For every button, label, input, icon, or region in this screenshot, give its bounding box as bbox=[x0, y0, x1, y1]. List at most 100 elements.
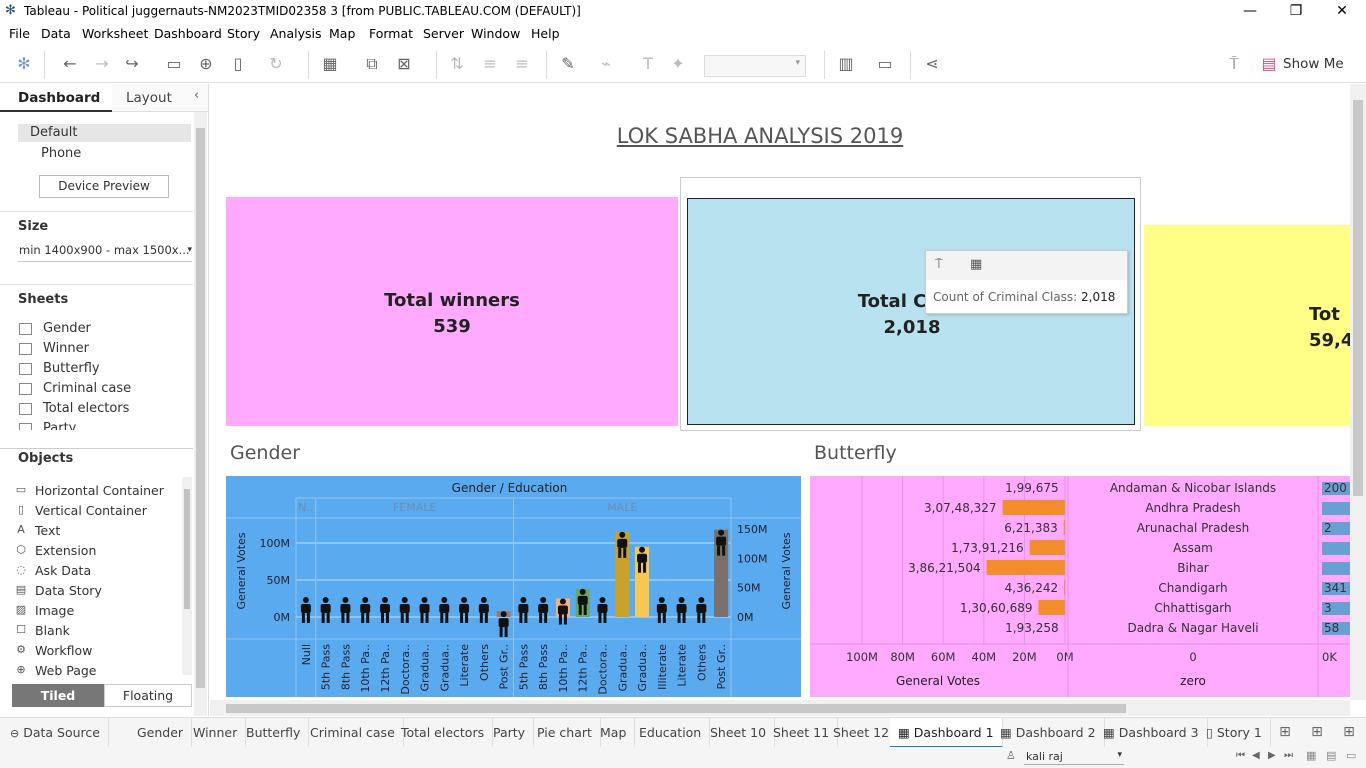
sort-desc-icon[interactable]: ≡ bbox=[511, 54, 533, 76]
tableau-home-icon[interactable]: ✻ bbox=[13, 54, 35, 76]
pin-icon[interactable]: ✦ bbox=[667, 54, 689, 76]
menu-worksheet[interactable]: Worksheet bbox=[82, 26, 148, 41]
object-item[interactable]: Extension bbox=[35, 543, 96, 558]
tab-butterfly[interactable]: Butterfly bbox=[238, 718, 310, 748]
save-icon[interactable]: ▭ bbox=[163, 54, 185, 76]
redo-icon[interactable]: → bbox=[91, 54, 113, 76]
tab-sheet-12[interactable]: Sheet 12 bbox=[825, 718, 899, 748]
new-worksheet-icon[interactable]: ▦ bbox=[319, 54, 341, 76]
menu-format[interactable]: Format bbox=[369, 26, 413, 41]
menu-server[interactable]: Server bbox=[423, 26, 464, 41]
undo-icon[interactable]: ← bbox=[59, 54, 81, 76]
pause-updates-icon[interactable]: ▯ bbox=[227, 54, 249, 76]
presentation-icon[interactable]: ▭ bbox=[874, 54, 896, 76]
object-item[interactable]: Text bbox=[35, 523, 60, 538]
menu-analysis[interactable]: Analysis bbox=[270, 26, 322, 41]
replay-icon[interactable]: ↪ bbox=[121, 54, 143, 76]
canvas-vertical-scrollbar[interactable] bbox=[1350, 84, 1366, 700]
tooltip-view-data-icon[interactable]: ▦ bbox=[970, 257, 982, 272]
user-dropdown[interactable]: kali raj ▾ bbox=[1024, 749, 1124, 765]
new-worksheet-tab-icon[interactable]: ⊞ bbox=[1274, 722, 1296, 744]
sheet-item[interactable]: Criminal case bbox=[43, 381, 131, 396]
object-item[interactable]: Vertical Container bbox=[35, 503, 147, 518]
tab-party[interactable]: Party bbox=[485, 718, 535, 748]
sort-asc-icon[interactable]: ≡ bbox=[479, 54, 501, 76]
nav-last-icon[interactable]: ⏭ bbox=[1284, 750, 1293, 761]
new-story-tab-icon[interactable]: ⊞ bbox=[1338, 722, 1360, 744]
floating-button[interactable]: Floating bbox=[104, 684, 192, 707]
restore-button[interactable]: ❐ bbox=[1273, 0, 1319, 24]
menu-dashboard[interactable]: Dashboard bbox=[154, 26, 222, 41]
menu-help[interactable]: Help bbox=[531, 26, 560, 41]
sheet-item[interactable]: Winner bbox=[43, 341, 89, 356]
minimize-button[interactable]: — bbox=[1227, 0, 1273, 24]
tab-layout[interactable]: Layout ‹ bbox=[112, 84, 208, 112]
tab-education[interactable]: Education bbox=[631, 718, 711, 748]
tab-data-source[interactable]: ⊖ Data Source bbox=[0, 718, 109, 748]
size-dropdown[interactable]: min 1400x900 - max 1500x... ▾ bbox=[18, 242, 192, 262]
nav-first-icon[interactable]: ⏮ bbox=[1236, 750, 1245, 761]
tabs-view-icon[interactable]: ▭ bbox=[1346, 749, 1356, 762]
object-item[interactable]: Image bbox=[35, 603, 74, 618]
fit-dropdown[interactable]: ▾ bbox=[704, 55, 806, 77]
menu-data[interactable]: Data bbox=[41, 26, 71, 41]
tab-story-1[interactable]: ▯ Story 1 bbox=[1198, 718, 1271, 748]
device-default[interactable]: Default bbox=[18, 124, 191, 142]
gender-chart[interactable]: Gender / Education 100M 50M 0M 150M 100M 50M 0M… bbox=[226, 476, 801, 697]
highlight-icon[interactable]: ✎ bbox=[557, 54, 579, 76]
grid-view-icon[interactable]: ▦ bbox=[1306, 749, 1316, 762]
object-item[interactable]: Data Story bbox=[35, 583, 102, 598]
show-me-icon[interactable]: ▤ bbox=[1258, 54, 1280, 76]
person-mark bbox=[366, 613, 370, 623]
object-item[interactable]: Horizontal Container bbox=[35, 483, 164, 498]
tab-dashboard-1[interactable]: ▦ Dashboard 1 bbox=[890, 718, 1003, 748]
duplicate-sheet-icon[interactable]: ⧉ bbox=[361, 54, 383, 76]
sheet-item[interactable]: Party bbox=[43, 421, 76, 430]
tiled-button[interactable]: Tiled bbox=[12, 684, 104, 707]
object-item[interactable]: Ask Data bbox=[35, 563, 91, 578]
show-cards-icon[interactable]: ▥ bbox=[835, 54, 857, 76]
nav-next-icon[interactable]: ▶ bbox=[1268, 750, 1276, 761]
device-preview-button[interactable]: Device Preview bbox=[39, 175, 169, 198]
left-panel-scrollbar[interactable] bbox=[194, 112, 207, 716]
tab-map[interactable]: Map bbox=[592, 718, 636, 748]
tooltip-format-icon[interactable]: ⍑ bbox=[935, 257, 943, 272]
tab-gender[interactable]: Gender bbox=[129, 718, 193, 748]
kpi-total-electors[interactable]: Tot 59,4 bbox=[1144, 225, 1350, 426]
device-phone[interactable]: Phone bbox=[41, 146, 81, 161]
clear-sheet-icon[interactable]: ⊠ bbox=[393, 54, 415, 76]
tab-dashboard-3[interactable]: ▦ Dashboard 3 bbox=[1095, 718, 1208, 748]
swap-icon[interactable]: ⇅ bbox=[446, 54, 468, 76]
filmstrip-view-icon[interactable]: ▤ bbox=[1326, 749, 1336, 762]
attach-icon[interactable]: ⌁ bbox=[595, 54, 617, 76]
object-item[interactable]: Blank bbox=[35, 623, 70, 638]
close-button[interactable]: ✕ bbox=[1319, 0, 1365, 24]
tab-dashboard-2[interactable]: ▦ Dashboard 2 bbox=[992, 718, 1105, 748]
sheet-item[interactable]: Total electors bbox=[43, 401, 129, 416]
nav-prev-icon[interactable]: ◀ bbox=[1252, 750, 1260, 761]
tab-pie-chart[interactable]: Pie chart bbox=[529, 718, 601, 748]
new-dashboard-tab-icon[interactable]: ⊞ bbox=[1306, 722, 1328, 744]
format-painter-icon[interactable]: ⍑ bbox=[1223, 54, 1245, 76]
menu-file[interactable]: File bbox=[9, 26, 30, 41]
refresh-icon[interactable]: ↻ bbox=[265, 54, 287, 76]
tab-criminal-case[interactable]: Criminal case bbox=[302, 718, 404, 748]
menu-map[interactable]: Map bbox=[329, 26, 355, 41]
tab-dashboard[interactable]: Dashboard bbox=[0, 84, 112, 112]
new-datasource-icon[interactable]: ⊕ bbox=[195, 54, 217, 76]
object-item[interactable]: Workflow bbox=[35, 643, 92, 658]
person-mark bbox=[460, 613, 464, 623]
kpi-total-winners[interactable]: Total winners 539 bbox=[226, 197, 678, 426]
tab-total-electors[interactable]: Total electors bbox=[393, 718, 494, 748]
butterfly-chart[interactable]: 100M 80M 60M 40M 20M 0M 0 0K General Votes zero 1,… bbox=[810, 476, 1350, 697]
object-item[interactable]: Web Page bbox=[35, 663, 97, 678]
share-icon[interactable]: ⋖ bbox=[921, 54, 943, 76]
text-label-icon[interactable]: T bbox=[637, 54, 659, 76]
sheet-item[interactable]: Gender bbox=[43, 321, 91, 336]
show-me-button[interactable]: Show Me bbox=[1283, 56, 1344, 72]
objects-scrollbar[interactable] bbox=[182, 477, 192, 675]
menu-window[interactable]: Window bbox=[471, 26, 520, 41]
canvas-horizontal-scrollbar[interactable] bbox=[210, 700, 1350, 716]
sheet-item[interactable]: Butterfly bbox=[43, 361, 100, 376]
menu-story[interactable]: Story bbox=[227, 26, 260, 41]
